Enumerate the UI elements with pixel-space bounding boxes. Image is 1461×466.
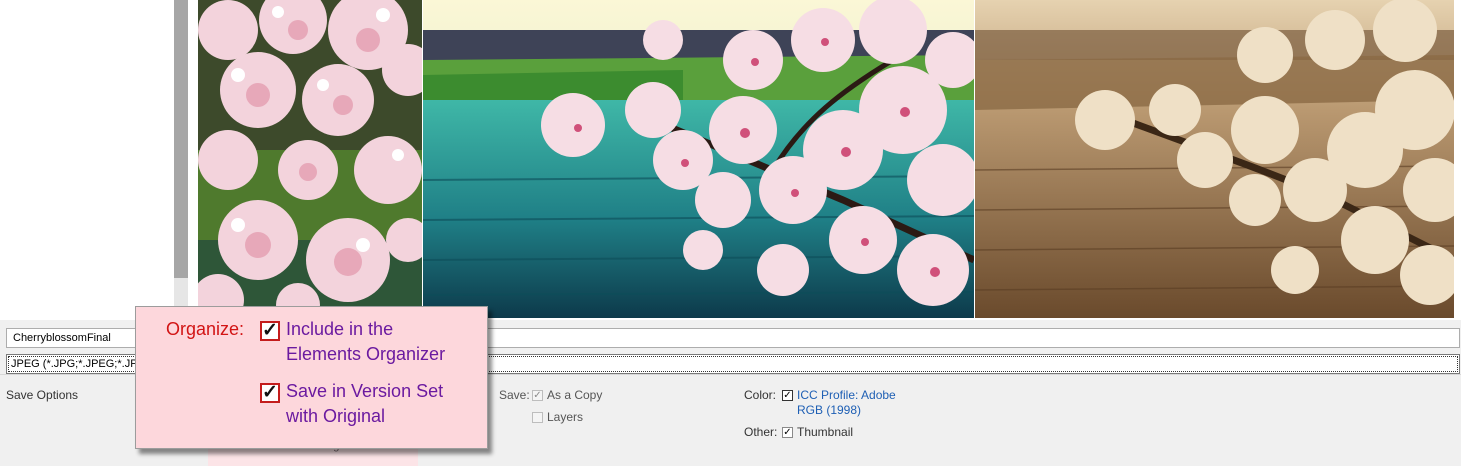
organize-label: Organize: — [166, 319, 245, 339]
scrollbar-thumb[interactable] — [174, 0, 188, 278]
color-label: Color: — [744, 388, 777, 402]
save-options-label: Save Options — [6, 388, 79, 402]
photo-sepia-icon — [975, 0, 1454, 318]
version-set-label-line2: with Original — [286, 406, 386, 426]
icc-profile-label-line2[interactable]: RGB (1998) — [797, 403, 861, 417]
include-organizer-label-line1: Include in the — [286, 319, 394, 339]
organize-callout: Organize: ✓ Include in the Elements Orga… — [135, 306, 488, 449]
layers-label: Layers — [547, 410, 584, 424]
icc-profile-label-line1[interactable]: ICC Profile: Adobe — [797, 388, 896, 402]
left-pane — [0, 0, 172, 320]
save-as-dialog: CherryblossomFinal JPEG (*.JPG;*.JPEG;*.… — [0, 0, 1461, 466]
photo-vivid-teal-icon — [423, 0, 974, 318]
version-set-label-line1: Save in Version Set — [286, 381, 444, 401]
save-label: Save: — [499, 388, 530, 402]
layers-checkbox[interactable] — [532, 412, 543, 423]
preview-area — [0, 0, 1461, 320]
include-organizer-label-line2: Elements Organizer — [286, 344, 446, 364]
include-organizer-checkbox[interactable]: ✓ — [260, 321, 280, 341]
version-set-checkbox[interactable]: ✓ — [260, 383, 280, 403]
thumbnail-label: Thumbnail — [797, 425, 854, 439]
as-a-copy-checkbox[interactable]: ✓ — [532, 390, 543, 401]
other-label: Other: — [744, 425, 778, 439]
as-a-copy-label: As a Copy — [547, 388, 603, 402]
photo-original-crop-icon — [198, 0, 422, 318]
thumbnail-checkbox[interactable]: ✓ — [782, 427, 793, 438]
icc-profile-checkbox[interactable]: ✓ — [782, 390, 793, 401]
